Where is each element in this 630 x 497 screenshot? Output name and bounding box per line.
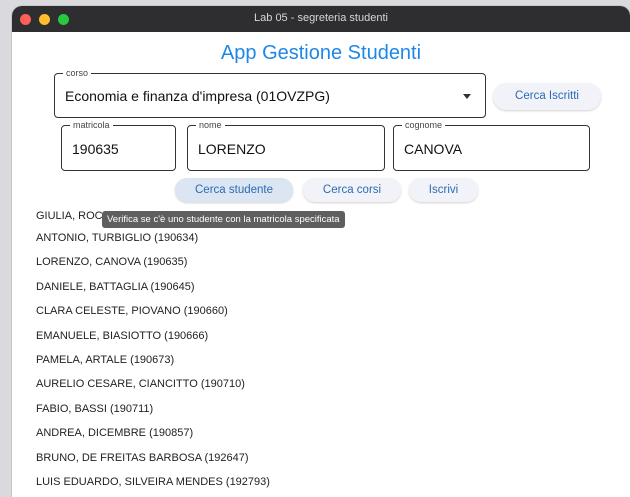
list-item: BRUNO, DE FREITAS BARBOSA (192647) [36,451,249,464]
matricola-field[interactable]: matricola 190635 [61,119,176,171]
matricola-label: matricola [70,119,113,131]
list-item: DANIELE, BATTAGLIA (190645) [36,280,195,293]
list-item: FABIO, BASSI (190711) [36,402,154,415]
cerca-studente-button[interactable]: Cerca studente [175,178,293,202]
titlebar: Lab 05 - segreteria studenti [12,6,630,32]
list-item: AURELIO CESARE, CIANCITTO (190710) [36,378,245,391]
list-item: ANTONIO, TURBIGLIO (190634) [36,232,199,244]
page-title: App Gestione Studenti [220,42,422,64]
list-item: LUIS EDUARDO, SILVEIRA MENDES (192793) [36,475,270,488]
list-item: CLARA CELESTE, PIOVANO (190660) [36,305,228,318]
nome-value: LORENZO [198,141,266,157]
cerca-iscritti-button[interactable]: Cerca Iscritti [493,83,601,110]
results-list: GIULIA, ROC ANTONIO, TURBIGLIO (190634) … [36,206,596,494]
nome-label: nome [196,119,225,131]
iscrivi-button[interactable]: Iscrivi [409,178,478,202]
cerca-corsi-button[interactable]: Cerca corsi [303,178,401,202]
cognome-label: cognome [402,119,446,131]
list-item: PAMELA, ARTALE (190673) [36,353,175,366]
nome-field[interactable]: nome LORENZO [187,119,385,171]
app-window: Lab 05 - segreteria studenti App Gestion… [12,6,630,497]
list-item: EMANUELE, BIASIOTTO (190666) [36,329,209,342]
list-item: LORENZO, CANOVA (190635) [36,256,188,269]
cognome-value: CANOVA [404,141,463,157]
corso-value: Economia e finanza d'impresa (01OVZPG) [65,88,330,104]
corso-label: corso [63,67,92,79]
matricola-value: 190635 [72,141,119,157]
chevron-down-icon[interactable] [463,94,471,99]
list-item: ANDREA, DICEMBRE (190857) [36,427,194,440]
corso-dropdown[interactable]: corso Economia e finanza d'impresa (01OV… [54,67,486,118]
window-title: Lab 05 - segreteria studenti [254,12,388,24]
cognome-field[interactable]: cognome CANOVA [393,119,590,171]
tooltip: Verifica se c'è uno studente con la matr… [102,211,345,228]
